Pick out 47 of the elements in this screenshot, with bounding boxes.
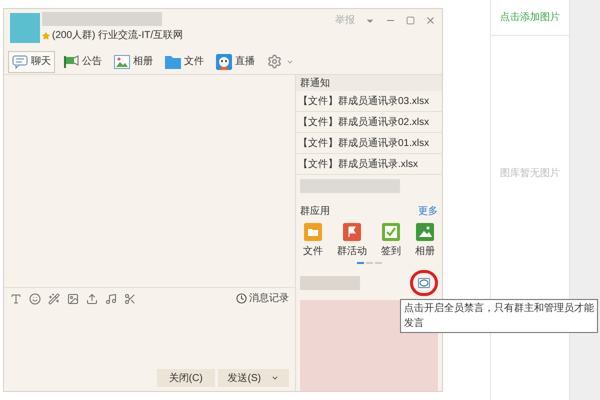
- notice-item[interactable]: 【文件】群成员通讯录01.xlsx: [296, 133, 442, 154]
- empty-gallery-text: 图库暂无图片: [500, 166, 560, 181]
- app-label[interactable]: 签到: [381, 244, 401, 259]
- flag-icon: [343, 223, 361, 241]
- toolbar-tab[interactable]: 公告: [59, 50, 106, 72]
- app-label[interactable]: 群活动: [337, 244, 367, 259]
- font-icon[interactable]: [10, 292, 22, 304]
- upload-icon[interactable]: [86, 292, 98, 304]
- maximize-icon[interactable]: [406, 16, 415, 25]
- speech-bubble-icon: [12, 54, 28, 68]
- group-avatar: [10, 13, 40, 43]
- blurred-block: [300, 276, 360, 290]
- settings-icon[interactable]: [267, 54, 282, 69]
- close-button[interactable]: 关闭(C): [156, 369, 215, 387]
- music-icon[interactable]: [105, 292, 117, 304]
- notice-item[interactable]: 【文件】群成员通讯录02.xlsx: [296, 112, 442, 133]
- toolbar-tab[interactable]: 聊天: [8, 50, 55, 72]
- toolbar-tab[interactable]: 文件: [161, 50, 208, 72]
- send-button[interactable]: 发送(S): [218, 369, 289, 387]
- panel-header: 群应用: [300, 204, 330, 218]
- emoji-icon[interactable]: [29, 292, 41, 304]
- more-link[interactable]: 更多: [418, 204, 438, 218]
- picture-icon: [114, 54, 130, 68]
- caret-icon: [271, 374, 279, 382]
- scissors-icon[interactable]: [124, 292, 136, 304]
- notice-item[interactable]: 【文件】群成员通讯录03.xlsx: [296, 91, 442, 112]
- notice-item[interactable]: 【文件】群成员通讯录.xlsx: [296, 154, 442, 175]
- megaphone-icon: [63, 54, 79, 68]
- folder-icon: [304, 223, 322, 241]
- chat-bubble-icon[interactable]: [418, 278, 430, 288]
- tooltip: 点击开启全员禁言，只有群主和管理员才能发言: [400, 299, 598, 333]
- wand-icon[interactable]: [48, 292, 60, 304]
- toolbar-tab[interactable]: 相册: [110, 50, 157, 72]
- panel-header: 群通知: [296, 75, 442, 91]
- checkbox-icon: [382, 223, 400, 241]
- history-button[interactable]: 消息记录: [236, 291, 289, 306]
- picture-icon[interactable]: [67, 292, 79, 304]
- picture-icon: [416, 223, 434, 241]
- group-info: (200人群) 行业交流-IT/互联网: [52, 28, 184, 43]
- toolbar-tab[interactable]: 直播: [212, 50, 259, 72]
- app-label[interactable]: 相册: [415, 244, 435, 259]
- mascot-icon: [216, 54, 232, 70]
- star-icon: [42, 32, 50, 40]
- folder-icon: [165, 54, 181, 68]
- clock-icon: [236, 293, 247, 304]
- close-icon[interactable]: [425, 15, 436, 26]
- app-label[interactable]: 文件: [303, 244, 323, 259]
